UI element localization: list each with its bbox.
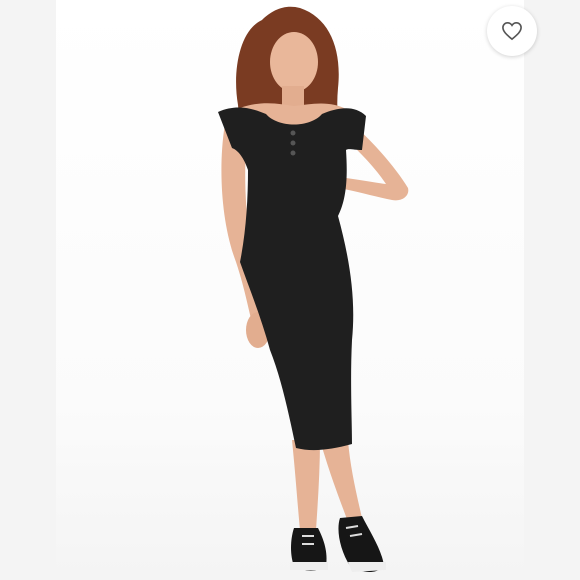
heart-outline-icon: [502, 21, 522, 41]
dress-button: [290, 150, 296, 156]
listing-photo-frame: [0, 0, 580, 580]
dress-button: [290, 130, 296, 136]
face: [270, 32, 318, 92]
legs: [292, 440, 320, 530]
model-illustration: [218, 6, 409, 572]
like-button[interactable]: [487, 6, 537, 56]
dress-button: [290, 140, 296, 146]
